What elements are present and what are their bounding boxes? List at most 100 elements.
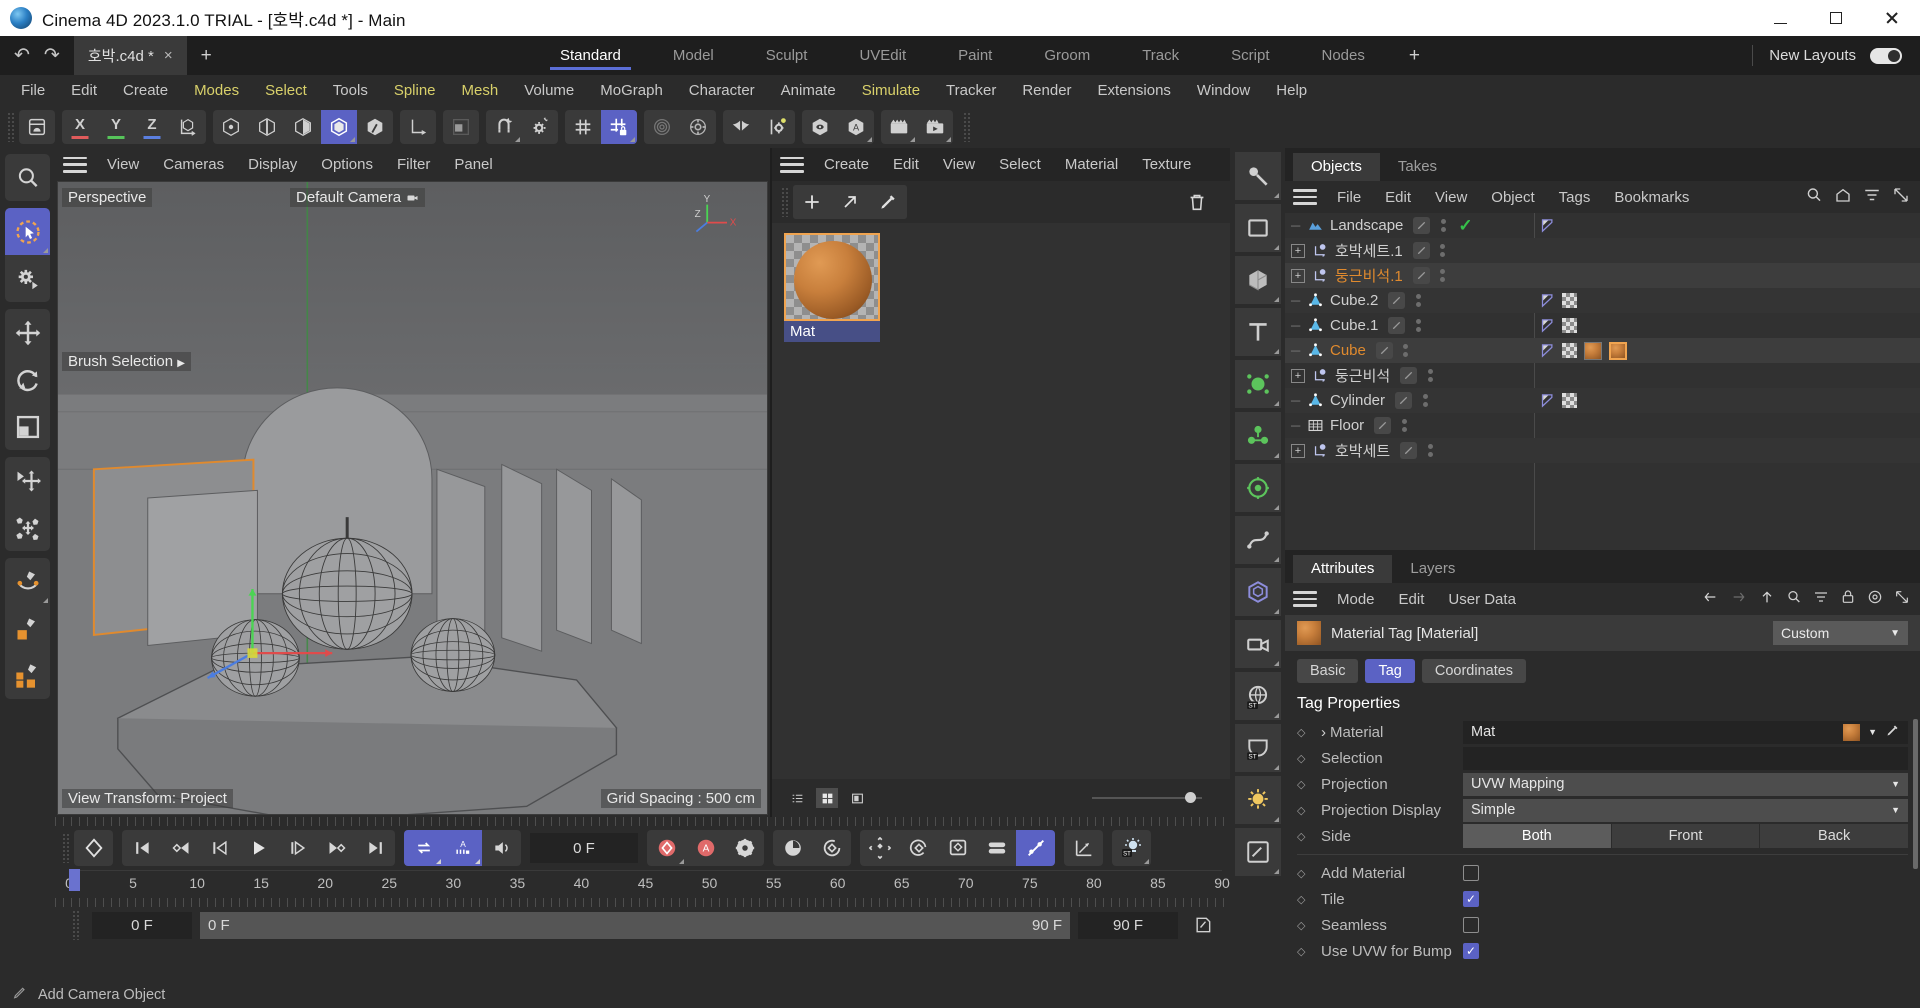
object-row[interactable]: ─ Cube.2: [1285, 288, 1920, 313]
material-toolbar-grip[interactable]: [781, 187, 790, 217]
menu-item-extensions[interactable]: Extensions: [1085, 75, 1184, 106]
back-arrow-icon[interactable]: [1701, 589, 1719, 610]
expand-toggle-icon[interactable]: +: [1291, 243, 1305, 258]
texture-mode-icon[interactable]: [443, 110, 479, 144]
attribute-checkbox[interactable]: [1463, 865, 1479, 881]
environment-icon[interactable]: ST: [1234, 672, 1281, 720]
minimize-button[interactable]: [1752, 0, 1808, 36]
side-option-front[interactable]: Front: [1611, 824, 1760, 848]
chevron-down-icon[interactable]: ▼: [1868, 727, 1877, 737]
menu-item-create[interactable]: Create: [110, 75, 181, 106]
expand-toggle-icon[interactable]: +: [1291, 368, 1305, 383]
attributes-menu-edit[interactable]: Edit: [1387, 591, 1437, 608]
slider-knob[interactable]: [1185, 792, 1196, 803]
edit-marker-icon[interactable]: [1186, 911, 1220, 940]
material-item[interactable]: Mat: [784, 233, 880, 342]
lock-icon[interactable]: [1840, 589, 1856, 610]
material-name[interactable]: Mat: [784, 321, 880, 342]
menu-item-file[interactable]: File: [8, 75, 58, 106]
timeline-ruler[interactable]: 051015202530354045505560657075808590: [65, 869, 1230, 898]
objects-menu-bookmarks[interactable]: Bookmarks: [1602, 189, 1701, 206]
grid-view-icon[interactable]: [816, 788, 838, 808]
document-tab[interactable]: 호박.c4d * ×: [73, 36, 187, 75]
rotation-key-icon[interactable]: [899, 830, 938, 866]
scale-tool-icon[interactable]: [5, 403, 50, 450]
edge-mode-icon[interactable]: [249, 110, 285, 144]
tag-uv-icon[interactable]: [1562, 343, 1577, 358]
snap-settings-icon[interactable]: [522, 110, 558, 144]
visibility-dots[interactable]: [1436, 269, 1450, 282]
viewport-menu-view[interactable]: View: [95, 156, 151, 173]
material-node-icon[interactable]: [1234, 828, 1281, 876]
new-material-icon[interactable]: [793, 185, 831, 219]
tag-phong-icon[interactable]: [1540, 293, 1555, 308]
visibility-dots[interactable]: [1399, 344, 1413, 357]
menu-item-animate[interactable]: Animate: [768, 75, 849, 106]
visibility-dots[interactable]: [1411, 294, 1425, 307]
axis-z-icon[interactable]: Z: [134, 110, 170, 144]
rotate-tool-icon[interactable]: [5, 356, 50, 403]
redo-icon[interactable]: ↷: [44, 44, 60, 67]
toolbar-grip-end[interactable]: [963, 112, 972, 142]
layout-tab-track[interactable]: Track: [1116, 36, 1205, 75]
render-settings-icon[interactable]: [917, 110, 953, 144]
object-name[interactable]: Landscape: [1330, 217, 1403, 234]
move-tool-icon[interactable]: [5, 309, 50, 356]
current-frame-field[interactable]: 0 F: [530, 833, 638, 863]
live-selection-icon[interactable]: [5, 208, 50, 255]
visibility-dots[interactable]: [1423, 444, 1437, 457]
objects-menu-view[interactable]: View: [1423, 189, 1479, 206]
visibility-dots[interactable]: [1423, 369, 1437, 382]
close-icon[interactable]: ×: [164, 47, 173, 64]
axis-y-icon[interactable]: Y: [98, 110, 134, 144]
large-icon-view-icon[interactable]: [846, 788, 868, 808]
tag-phong-icon[interactable]: [1540, 318, 1555, 333]
deformer-icon[interactable]: [644, 110, 680, 144]
timeline-grip[interactable]: [62, 833, 71, 863]
menu-item-mesh[interactable]: Mesh: [449, 75, 512, 106]
attributes-menu-user-data[interactable]: User Data: [1436, 591, 1528, 608]
object-name[interactable]: 호박세트.1: [1335, 240, 1403, 261]
layout-tab-groom[interactable]: Groom: [1018, 36, 1116, 75]
menu-item-help[interactable]: Help: [1263, 75, 1320, 106]
new-layouts-control[interactable]: New Layouts: [1759, 36, 1920, 75]
point-mode-icon[interactable]: [213, 110, 249, 144]
object-name[interactable]: 호박세트: [1335, 440, 1390, 461]
modeling-settings-icon[interactable]: [759, 110, 795, 144]
filter-icon[interactable]: [1813, 589, 1829, 610]
edit-object-icon[interactable]: [1388, 292, 1406, 309]
light-object-icon[interactable]: [1234, 152, 1281, 200]
keyframe-settings-icon[interactable]: [725, 830, 764, 866]
expand-toggle-icon[interactable]: +: [1291, 268, 1305, 283]
menu-item-select[interactable]: Select: [252, 75, 320, 106]
animate-diamond-icon[interactable]: ◇: [1297, 867, 1311, 880]
plane-object-icon[interactable]: [1234, 204, 1281, 252]
undo-history-icon[interactable]: [19, 110, 55, 144]
cloner-icon[interactable]: [1234, 412, 1281, 460]
parameter-key-icon[interactable]: [977, 830, 1016, 866]
viewport-menu-icon[interactable]: [63, 156, 87, 173]
tag-phong-icon[interactable]: [1540, 218, 1555, 233]
trash-icon[interactable]: [1178, 185, 1216, 219]
objects-menu-tags[interactable]: Tags: [1547, 189, 1603, 206]
material-menu-select[interactable]: Select: [987, 156, 1053, 173]
symmetry-icon[interactable]: [723, 110, 759, 144]
attributes-menu-mode[interactable]: Mode: [1325, 591, 1387, 608]
panel-tab-attributes[interactable]: Attributes: [1293, 555, 1393, 583]
visibility-dots[interactable]: [1397, 419, 1411, 432]
primitive-cube-icon[interactable]: [5, 605, 50, 652]
record-active-objects-icon[interactable]: [647, 830, 686, 866]
enabled-check-icon[interactable]: ✓: [1458, 216, 1472, 236]
workplane-lock-icon[interactable]: [601, 110, 637, 144]
menu-item-render[interactable]: Render: [1009, 75, 1084, 106]
attributes-menu-icon[interactable]: [1293, 591, 1317, 607]
step-back-icon[interactable]: [200, 830, 239, 866]
autokeying-icon[interactable]: A: [686, 830, 725, 866]
attribute-tab-coordinates[interactable]: Coordinates: [1421, 659, 1527, 683]
edit-object-icon[interactable]: [1413, 217, 1431, 234]
array-objects-icon[interactable]: [5, 652, 50, 699]
new-document-button[interactable]: +: [187, 36, 226, 75]
attribute-text-field[interactable]: [1463, 746, 1908, 770]
object-name[interactable]: 둥근비석: [1335, 365, 1390, 386]
viewport-menu-cameras[interactable]: Cameras: [151, 156, 236, 173]
